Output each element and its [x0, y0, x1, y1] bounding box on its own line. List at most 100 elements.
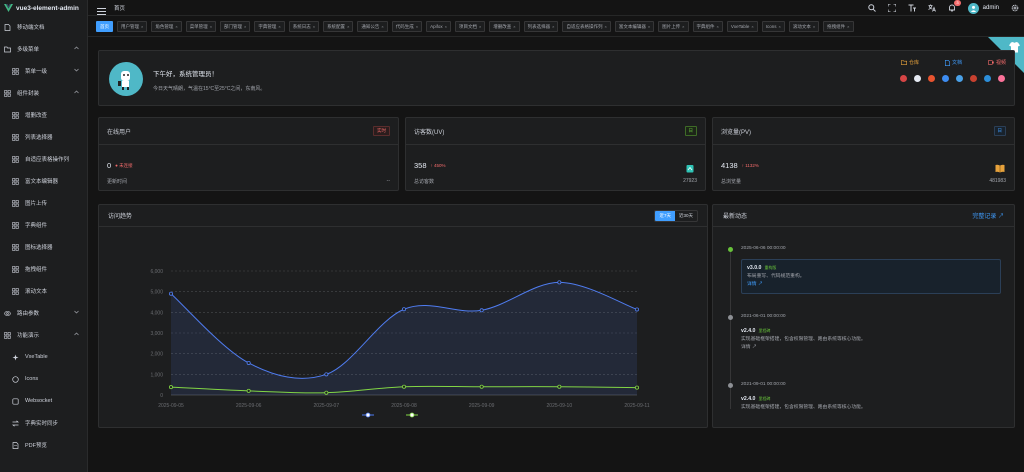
- user-menu[interactable]: admin: [967, 2, 999, 14]
- sidebar-item[interactable]: 增删改查: [0, 104, 87, 126]
- close-icon[interactable]: ×: [648, 24, 650, 29]
- range-30-days[interactable]: 近30天: [675, 211, 697, 221]
- search-icon[interactable]: [867, 4, 876, 12]
- bell-icon[interactable]: 3: [948, 0, 961, 12]
- data-point: [635, 307, 640, 312]
- close-icon[interactable]: ×: [175, 24, 177, 29]
- close-icon[interactable]: ×: [552, 24, 554, 29]
- close-icon[interactable]: ×: [313, 24, 315, 29]
- sidebar-item[interactable]: 多级菜单: [0, 38, 87, 60]
- close-icon[interactable]: ×: [847, 24, 849, 29]
- close-icon[interactable]: ×: [445, 24, 447, 29]
- close-icon[interactable]: ×: [513, 24, 515, 29]
- tag-11[interactable]: 项目文档 ×: [454, 21, 486, 32]
- sidebar-item[interactable]: 组件封装: [0, 82, 87, 104]
- sidebar-item[interactable]: 移动端文档: [0, 16, 87, 38]
- tag-8[interactable]: 通知公告 ×: [357, 21, 388, 32]
- sidebar-item[interactable]: 拖拽组件: [0, 258, 87, 280]
- close-icon[interactable]: ×: [479, 24, 481, 29]
- close-icon[interactable]: ×: [813, 24, 815, 29]
- tag-19[interactable]: Icons ×: [761, 21, 785, 32]
- platform-link-icon[interactable]: [998, 75, 1005, 82]
- news-panel: 最新动态 完整记录 ↗ 2025-06-06 00:00:00 v3.0.0 重构版…: [712, 204, 1015, 428]
- menu-toggle-icon[interactable]: [97, 3, 106, 15]
- platform-link-icon[interactable]: [942, 75, 949, 82]
- full-record-link[interactable]: 完整记录 ↗: [972, 211, 1004, 220]
- settings-gear-icon[interactable]: [1011, 4, 1019, 12]
- platform-link-icon[interactable]: [928, 75, 935, 82]
- vue-logo-icon: [4, 4, 13, 13]
- platform-link-icon[interactable]: [984, 75, 991, 82]
- sidebar-item[interactable]: 字典实时同步: [0, 412, 87, 434]
- sidebar-item[interactable]: 图片上传: [0, 192, 87, 214]
- range-7-days[interactable]: 近7天: [655, 210, 675, 221]
- tag-6[interactable]: 系统日志 ×: [288, 21, 320, 32]
- platform-link-icon[interactable]: [900, 75, 907, 82]
- close-icon[interactable]: ×: [604, 24, 606, 29]
- font-size-icon[interactable]: [908, 4, 916, 12]
- x-tick-label: 2025-09-10: [547, 403, 573, 409]
- tag-2[interactable]: 角色管理 ×: [151, 21, 182, 32]
- tag-7[interactable]: 系统配置 ×: [323, 21, 354, 32]
- sidebar-item[interactable]: 字典组件: [0, 214, 87, 236]
- close-icon[interactable]: ×: [416, 24, 418, 29]
- sidebar-item[interactable]: 功能演示: [0, 324, 87, 346]
- sidebar-item[interactable]: PDF预览: [0, 434, 87, 456]
- repo-link[interactable]: 仓库: [900, 59, 919, 66]
- sidebar-item[interactable]: VxeTable: [0, 346, 87, 368]
- platform-link-icon[interactable]: [914, 75, 921, 82]
- tag-10[interactable]: Apifox ×: [426, 21, 451, 32]
- close-icon[interactable]: ×: [244, 24, 246, 29]
- card-title: 访客数(UV): [414, 129, 445, 136]
- sidebar-item[interactable]: Icons: [0, 368, 87, 390]
- platform-link-icon[interactable]: [970, 75, 977, 82]
- fullscreen-icon[interactable]: [887, 4, 896, 12]
- sidebar-item[interactable]: 路由参数: [0, 302, 87, 324]
- tag-15[interactable]: 富文本编辑器 ×: [614, 21, 655, 32]
- breadcrumb[interactable]: 首页: [114, 4, 125, 12]
- tag-12[interactable]: 增删改查 ×: [489, 21, 520, 32]
- tag-14[interactable]: 自适应表格操作列 ×: [562, 21, 611, 32]
- close-icon[interactable]: ×: [778, 24, 780, 29]
- sidebar-item[interactable]: 图标选择器: [0, 236, 87, 258]
- legend-marker: [409, 412, 415, 418]
- tag-3[interactable]: 菜单管理 ×: [185, 21, 217, 32]
- app-logo[interactable]: vue3-element-admin: [0, 0, 87, 16]
- tag-21[interactable]: 拖拽组件 ×: [823, 21, 854, 32]
- sidebar-item[interactable]: 列表选择器: [0, 126, 87, 148]
- platform-link-icon[interactable]: [956, 75, 963, 82]
- tag-17[interactable]: 字典组件 ×: [692, 21, 723, 32]
- tag-9[interactable]: 代码生成 ×: [391, 21, 423, 32]
- y-tick-label: 0: [160, 393, 163, 399]
- close-icon[interactable]: ×: [278, 24, 280, 29]
- tag-13[interactable]: 列表选择器 ×: [523, 21, 559, 32]
- trend-title: 访问趋势: [108, 214, 133, 220]
- uv-trend: ↑ 450%: [430, 163, 446, 168]
- sidebar-item[interactable]: 菜单一级: [0, 60, 87, 82]
- tag-1[interactable]: 用户管理 ×: [117, 21, 148, 32]
- close-icon[interactable]: ×: [347, 24, 349, 29]
- close-icon[interactable]: ×: [141, 24, 143, 29]
- detail-link[interactable]: 详情 ↗: [741, 344, 1001, 352]
- language-icon[interactable]: [927, 4, 936, 12]
- sidebar-item[interactable]: 滚动文本: [0, 280, 87, 302]
- sidebar-item[interactable]: 自适应表格操作列: [0, 148, 87, 170]
- tag-0[interactable]: 首页: [96, 21, 113, 32]
- close-icon[interactable]: ×: [381, 24, 383, 29]
- close-icon[interactable]: ×: [717, 24, 719, 29]
- docs-link[interactable]: 文档: [944, 59, 962, 66]
- tag-18[interactable]: VxeTable ×: [726, 21, 758, 32]
- video-link[interactable]: 视频: [987, 59, 1006, 66]
- tag-20[interactable]: 滚动文本 ×: [788, 21, 820, 32]
- close-icon[interactable]: ×: [751, 24, 753, 29]
- sidebar-item-label: 组件封装: [17, 91, 40, 97]
- close-icon[interactable]: ×: [210, 24, 212, 29]
- detail-link[interactable]: 详情 ↗: [747, 281, 995, 289]
- tag-5[interactable]: 字典管理 ×: [254, 21, 285, 32]
- sidebar-item[interactable]: Websocket: [0, 390, 87, 412]
- sidebar-item[interactable]: 富文本编辑器: [0, 170, 87, 192]
- tag-16[interactable]: 图片上传 ×: [658, 21, 689, 32]
- close-icon[interactable]: ×: [682, 24, 684, 29]
- tag-4[interactable]: 部门管理 ×: [220, 21, 251, 32]
- pv-card: 浏览量(PV) 日 4138 ↑ 1132% 总浏览量 481983: [712, 117, 1015, 191]
